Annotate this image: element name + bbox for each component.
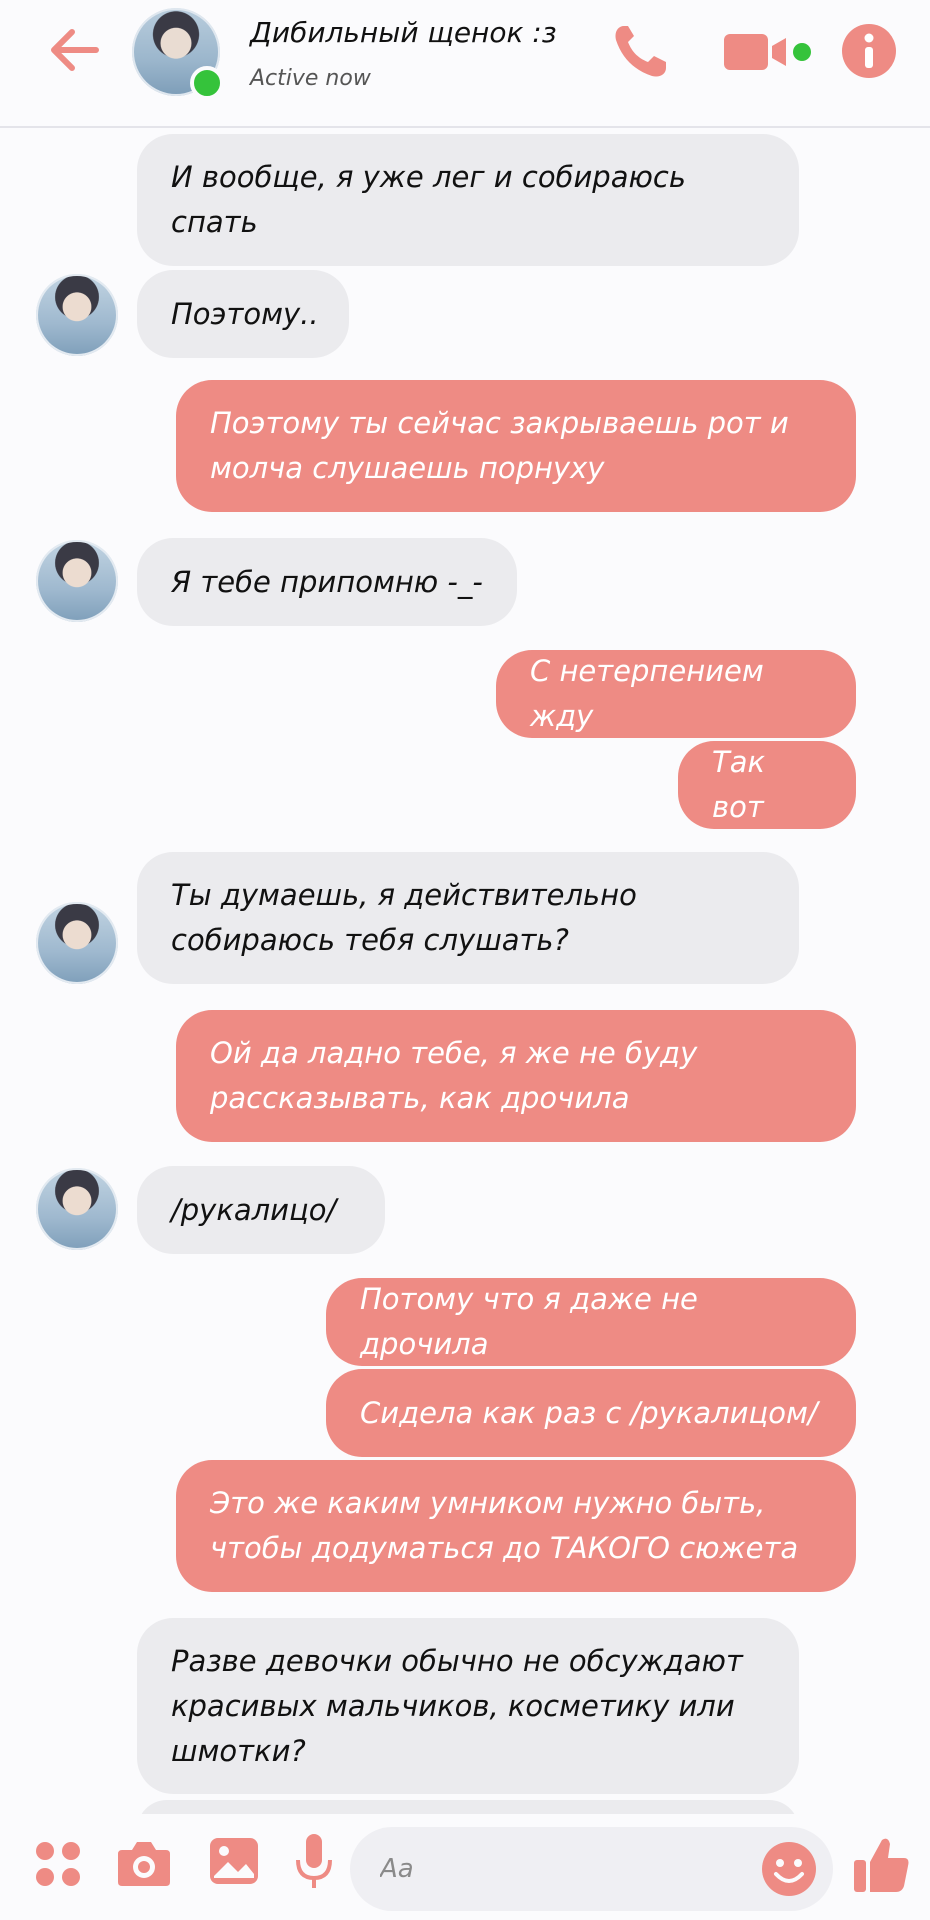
video-camera-icon[interactable] — [722, 32, 814, 72]
message-incoming[interactable]: Поэтому.. — [137, 270, 349, 358]
message-outgoing[interactable]: Сидела как раз с /рукалицом/ — [326, 1369, 856, 1457]
emoji-icon[interactable] — [760, 1840, 818, 1898]
microphone-icon[interactable] — [294, 1832, 334, 1892]
message-outgoing[interactable]: Это же каким умником нужно быть, чтобы д… — [176, 1460, 856, 1592]
sender-avatar[interactable] — [36, 540, 118, 622]
chat-header: Дибильный щенок :з Active now — [0, 0, 930, 128]
message-outgoing[interactable]: Ой да ладно тебе, я же не буду рассказыв… — [176, 1010, 856, 1142]
contact-name[interactable]: Дибильный щенок :з — [250, 16, 557, 49]
message-incoming[interactable]: Разве девочки обычно не обсуждают красив… — [137, 1618, 799, 1794]
sender-avatar[interactable] — [36, 902, 118, 984]
message-outgoing[interactable]: С нетерпением жду — [496, 650, 856, 738]
sender-avatar[interactable] — [36, 274, 118, 356]
apps-icon[interactable] — [34, 1840, 82, 1888]
image-icon[interactable] — [208, 1836, 260, 1886]
message-incoming[interactable]: Я тебе припомню -_- — [137, 538, 517, 626]
thumbs-up-icon[interactable] — [852, 1834, 912, 1896]
message-incoming[interactable]: И вообще, я уже лег и собираюсь спать — [137, 134, 799, 266]
message-outgoing[interactable]: Потому что я даже не дрочила — [326, 1278, 856, 1366]
message-incoming-partial[interactable] — [137, 1800, 799, 1814]
sender-avatar[interactable] — [36, 1168, 118, 1250]
message-thread[interactable]: И вообще, я уже лег и собираюсь спать По… — [0, 128, 930, 1814]
info-icon[interactable] — [840, 22, 898, 80]
camera-icon[interactable] — [116, 1838, 172, 1888]
phone-icon[interactable] — [610, 22, 672, 80]
active-status: Active now — [250, 66, 371, 91]
message-outgoing[interactable]: Поэтому ты сейчас закрываешь рот и молча… — [176, 380, 856, 512]
message-outgoing[interactable]: Так вот — [678, 741, 856, 829]
back-arrow-icon[interactable] — [44, 26, 104, 74]
online-indicator — [190, 66, 224, 100]
message-incoming[interactable]: /рукалицо/ — [137, 1166, 385, 1254]
message-incoming[interactable]: Ты думаешь, я действительно собираюсь те… — [137, 852, 799, 984]
